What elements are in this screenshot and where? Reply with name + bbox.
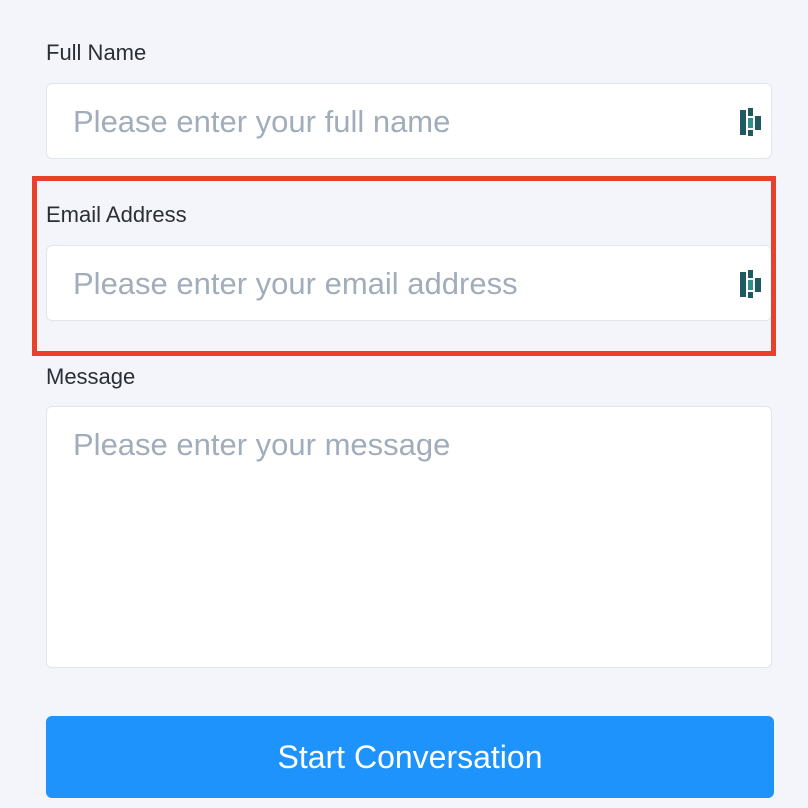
message-field-container — [46, 406, 772, 668]
full-name-label: Full Name — [46, 40, 147, 65]
email-input[interactable] — [73, 266, 713, 302]
password-manager-icon[interactable] — [739, 268, 763, 300]
message-textarea[interactable] — [73, 427, 713, 647]
full-name-field-container — [46, 83, 772, 159]
email-field-container — [46, 245, 772, 321]
password-manager-icon[interactable] — [739, 106, 763, 138]
full-name-input[interactable] — [73, 104, 713, 140]
start-conversation-button[interactable]: Start Conversation — [46, 716, 774, 798]
email-label: Email Address — [46, 202, 187, 227]
contact-form-page: Full Name Email Address Message Start Co… — [0, 0, 808, 808]
message-label: Message — [46, 364, 136, 389]
